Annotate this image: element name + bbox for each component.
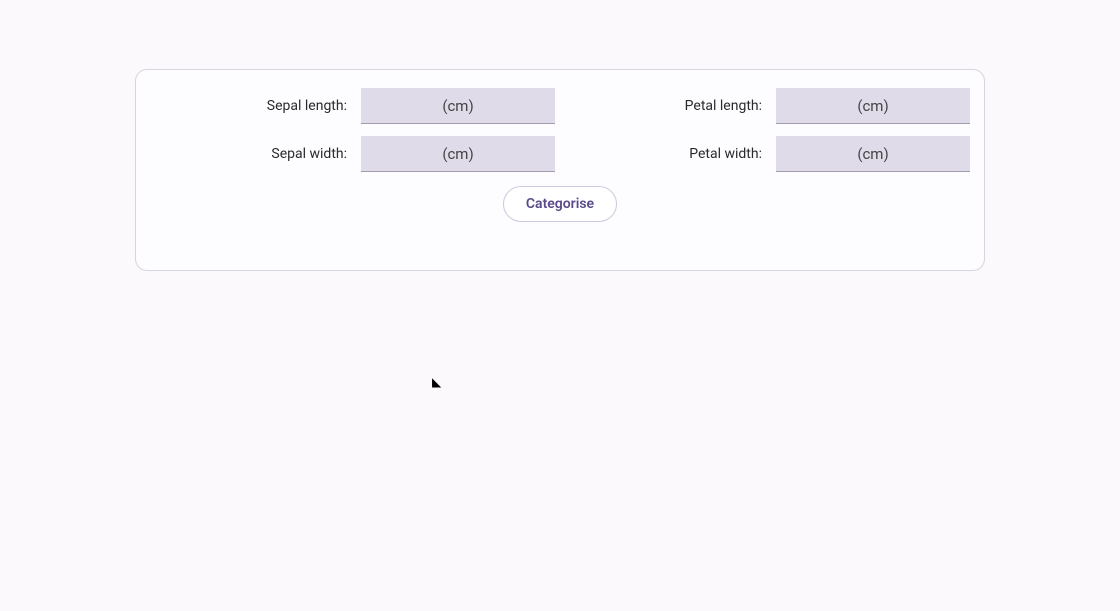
field-petal-width: Petal width:: [565, 136, 970, 172]
petal-length-input[interactable]: [776, 88, 970, 124]
cursor-icon: ◣: [432, 375, 441, 389]
field-sepal-width: Sepal width:: [150, 136, 555, 172]
form-card: Sepal length: Petal length: Sepal width:…: [135, 69, 985, 271]
form-grid: Sepal length: Petal length: Sepal width:…: [150, 88, 970, 172]
sepal-length-input[interactable]: [361, 88, 555, 124]
sepal-width-input[interactable]: [361, 136, 555, 172]
categorise-button[interactable]: Categorise: [503, 186, 617, 222]
petal-length-label: Petal length:: [685, 98, 762, 114]
sepal-length-label: Sepal length:: [267, 98, 347, 114]
sepal-width-label: Sepal width:: [271, 146, 347, 162]
field-sepal-length: Sepal length:: [150, 88, 555, 124]
petal-width-input[interactable]: [776, 136, 970, 172]
button-row: Categorise: [150, 186, 970, 222]
field-petal-length: Petal length:: [565, 88, 970, 124]
petal-width-label: Petal width:: [689, 146, 762, 162]
